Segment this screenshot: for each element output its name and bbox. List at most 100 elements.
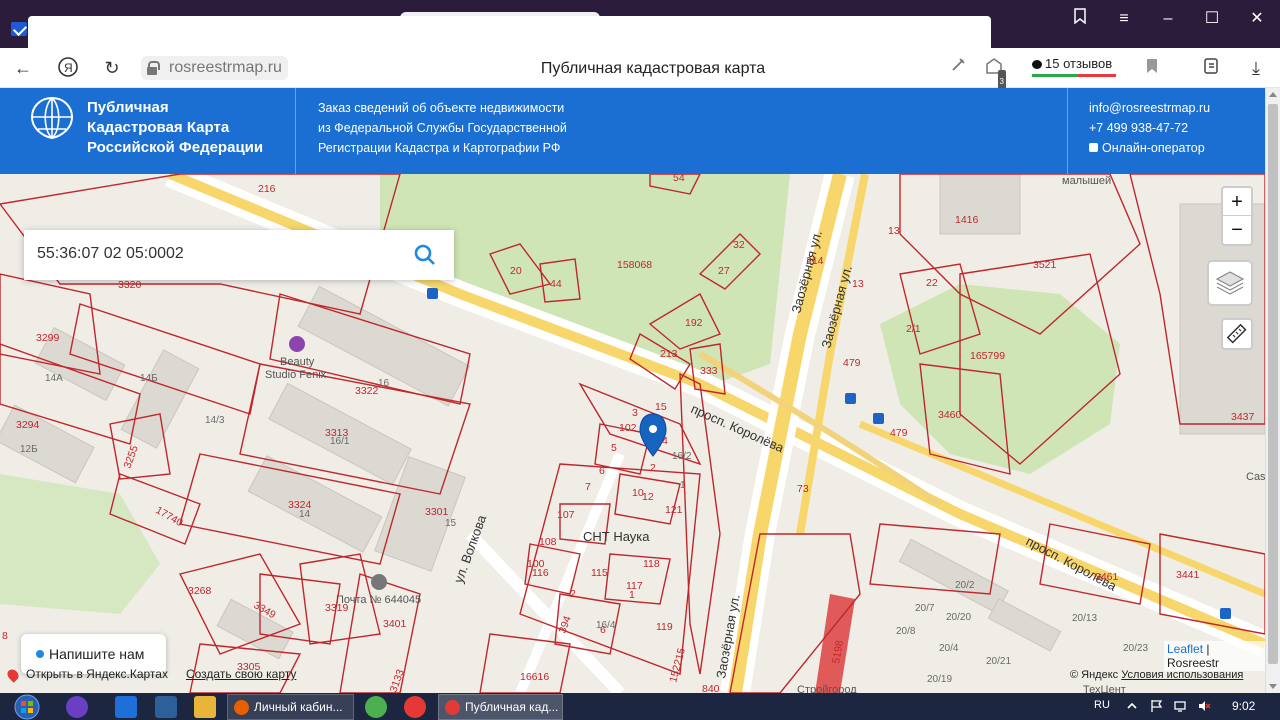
brand-title[interactable]: Публичная Кадастровая Карта Российской Ф… xyxy=(87,98,263,158)
parcel-number: 213 xyxy=(660,348,678,360)
collections-icon[interactable] xyxy=(1200,56,1224,80)
terms-link[interactable]: Условия использования xyxy=(1121,669,1243,681)
parcel-number: 3301 xyxy=(425,506,449,518)
bookmark-icon[interactable] xyxy=(1140,56,1164,80)
back-button[interactable]: ← xyxy=(11,56,35,80)
volume-muted-icon[interactable] xyxy=(1197,699,1211,713)
brand-line-1: Публичная xyxy=(87,99,169,116)
bus-stop-icon[interactable] xyxy=(845,393,856,404)
parcel-number: 479 xyxy=(890,427,908,439)
building-number: 16 xyxy=(378,378,390,389)
parcel-number: 3 xyxy=(632,407,638,419)
browser-titlebar: ≡ – ☐ ✕ xyxy=(0,0,1280,48)
cadastral-map[interactable]: просп. Королёва просп. Королёва Заозёрна… xyxy=(0,174,1265,693)
scissors-icon[interactable] xyxy=(289,336,305,352)
parcel-number: 3322 xyxy=(355,385,379,397)
header-divider xyxy=(295,88,296,174)
rosreestr-label: Rosreestr xyxy=(1167,656,1220,670)
open-in-yandex-link[interactable]: Открыть в Яндекс.Картах xyxy=(26,667,168,681)
downloads-icon[interactable]: ⤓ xyxy=(1244,56,1268,80)
tabs-icon[interactable]: 3 xyxy=(982,56,1006,94)
parcel-number: 1416 xyxy=(955,214,979,226)
globe-shield-logo-icon xyxy=(30,96,74,140)
parcel-number: 118 xyxy=(643,558,660,570)
parcel-number: 6 xyxy=(599,465,605,477)
mail-icon[interactable] xyxy=(11,22,27,36)
parcel-number: 17740 xyxy=(154,504,185,529)
yandex-copyright: © Яндекс xyxy=(1070,669,1119,681)
bookmarks-panel-icon[interactable] xyxy=(1068,8,1092,30)
parcel-number: 116 xyxy=(532,567,549,579)
parcel-number: 3441 xyxy=(1176,569,1200,581)
building-number: 16/1 xyxy=(330,436,350,447)
parcel-number: 20 xyxy=(510,265,522,277)
parcel-number: 3268 xyxy=(188,585,212,597)
create-map-link[interactable]: Создать свою карту xyxy=(186,667,296,681)
info-line-1: Заказ сведений об объекте недвижимости xyxy=(318,101,565,115)
taskbar-task-yandex[interactable]: Публичная кад... xyxy=(438,694,563,720)
page-scrollbar[interactable] xyxy=(1265,88,1280,693)
chrome-icon[interactable] xyxy=(365,696,387,718)
ie-icon[interactable] xyxy=(115,696,137,718)
parcel-number: 13 xyxy=(888,225,900,237)
yandex-home-icon[interactable]: Я xyxy=(56,56,80,80)
parcel-number: 3461 xyxy=(1095,571,1119,583)
reviews-link[interactable]: 15 отзывов xyxy=(1032,56,1116,77)
bus-stop-icon[interactable] xyxy=(873,413,884,424)
phone-link[interactable]: +7 499 938-47-72 xyxy=(1089,118,1210,138)
alice-icon[interactable] xyxy=(66,696,88,718)
parcel-number: 119 xyxy=(656,621,673,633)
online-operator-link[interactable]: Онлайн-оператор xyxy=(1089,138,1210,158)
parcel-number: 394 xyxy=(557,614,574,635)
protect-icon[interactable] xyxy=(946,56,970,80)
reload-button[interactable]: ↻ xyxy=(100,56,124,80)
scroll-thumb[interactable] xyxy=(1268,104,1278,664)
search-icon[interactable] xyxy=(414,244,436,266)
network-icon[interactable] xyxy=(1173,699,1187,713)
email-link[interactable]: info@rosreestrmap.ru xyxy=(1089,98,1210,118)
close-button[interactable]: ✕ xyxy=(1245,8,1269,30)
address-bar[interactable]: rosreestrmap.ru xyxy=(141,56,288,80)
scroll-down-arrow-icon[interactable] xyxy=(1269,684,1277,689)
cadastral-search-box[interactable]: 55:36:07 02 05:0002 xyxy=(24,230,454,280)
operator-label: Онлайн-оператор xyxy=(1102,141,1205,155)
building-number: 1 xyxy=(680,480,686,491)
parcel-number: 165799 xyxy=(970,350,1005,362)
ruler-icon xyxy=(1226,323,1247,344)
building xyxy=(898,538,1009,614)
minimize-button[interactable]: – xyxy=(1156,8,1180,30)
maximize-button[interactable]: ☐ xyxy=(1200,8,1224,30)
taskbar-task-firefox[interactable]: Личный кабин... xyxy=(227,694,354,720)
bus-stop-icon[interactable] xyxy=(1220,608,1231,619)
start-button-icon[interactable] xyxy=(8,694,46,720)
parcel-number: 27 xyxy=(718,265,730,277)
flag-icon[interactable] xyxy=(1150,699,1164,713)
brand-line-2: Кадастровая Карта xyxy=(87,119,230,136)
parcel-number: 121 xyxy=(665,504,683,516)
building xyxy=(247,455,383,553)
clock[interactable]: 9:02 xyxy=(1232,699,1255,713)
parcel-number: 12 xyxy=(642,491,654,503)
yandex-browser-icon[interactable] xyxy=(404,696,426,718)
reviews-label: 15 отзывов xyxy=(1045,56,1113,71)
building-number: 14А xyxy=(45,373,63,384)
explorer-folder-icon[interactable] xyxy=(194,696,216,718)
place-label: Cas xyxy=(1246,471,1265,483)
layers-button[interactable] xyxy=(1207,260,1253,306)
search-input[interactable]: 55:36:07 02 05:0002 xyxy=(37,245,184,263)
tray-chevron-icon[interactable] xyxy=(1125,699,1139,713)
building-number: 15 xyxy=(445,518,457,529)
menu-icon[interactable]: ≡ xyxy=(1112,8,1136,30)
bus-stop-icon[interactable] xyxy=(427,288,438,299)
scroll-up-arrow-icon[interactable] xyxy=(1269,92,1277,97)
language-indicator[interactable]: RU xyxy=(1094,699,1110,711)
zoom-out-button[interactable]: − xyxy=(1223,216,1251,244)
parcel-number: 73 xyxy=(797,483,809,495)
media-player-icon[interactable] xyxy=(155,696,177,718)
parcel-number: 22 xyxy=(926,277,938,289)
browser-toolbar: ← Я ↻ rosreestrmap.ru Публичная кадастро… xyxy=(0,48,1280,94)
leaflet-link[interactable]: Leaflet xyxy=(1167,642,1203,656)
zoom-in-button[interactable]: + xyxy=(1223,188,1251,216)
measure-button[interactable] xyxy=(1221,318,1253,350)
mail-icon[interactable] xyxy=(371,574,387,590)
